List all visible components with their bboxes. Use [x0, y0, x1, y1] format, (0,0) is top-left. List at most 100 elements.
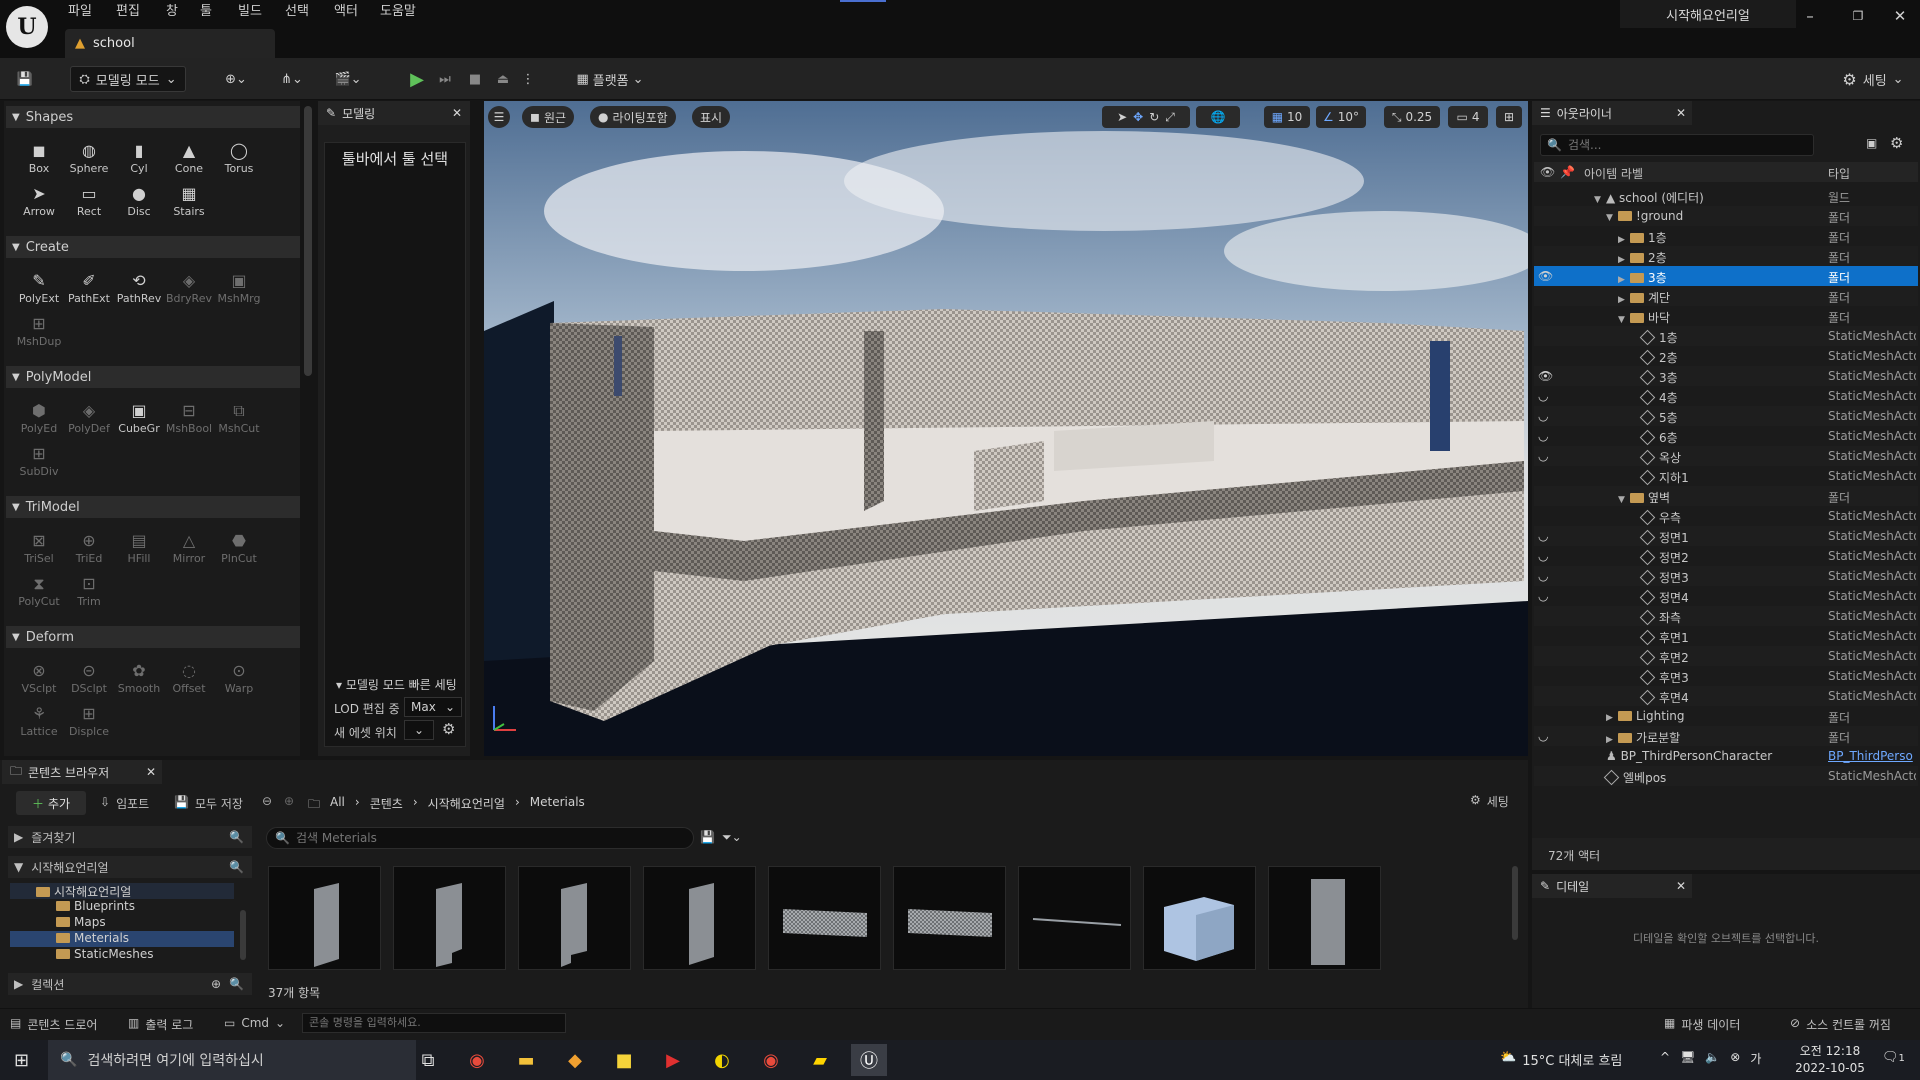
- scale-icon[interactable]: ⤢: [1165, 110, 1175, 125]
- tool-trim[interactable]: ⊡ Trim: [64, 575, 114, 609]
- outliner-row[interactable]: ▶ 1층 폴더: [1534, 226, 1918, 246]
- cinematics-button[interactable]: 🎬⌄: [328, 66, 368, 92]
- section-deform[interactable]: ▼ Deform: [6, 626, 300, 648]
- tool-warp[interactable]: ⊙ Warp: [214, 662, 264, 696]
- asset-thumbnail[interactable]: [518, 866, 631, 970]
- section-polymodel[interactable]: ▼ PolyModel: [6, 366, 300, 388]
- maximize-viewport-icon[interactable]: ⊞: [1496, 106, 1522, 128]
- level-viewport[interactable]: [484, 101, 1528, 756]
- folder-tree-item[interactable]: Blueprints: [10, 899, 234, 915]
- visibility-icon[interactable]: 👁: [1538, 369, 1553, 383]
- menu-2[interactable]: 창: [166, 3, 178, 21]
- outliner-row[interactable]: ▶ 계단 폴더: [1534, 286, 1918, 306]
- youtube-icon[interactable]: ▶: [655, 1044, 691, 1076]
- pin-icon[interactable]: 📌: [1560, 165, 1575, 179]
- outliner-row[interactable]: 후면3 StaticMeshActor: [1534, 666, 1918, 686]
- outliner-search[interactable]: 🔍: [1540, 134, 1814, 156]
- platforms-button[interactable]: ▦ 플랫폼 ⌄: [570, 66, 650, 92]
- section-shapes[interactable]: ▼ Shapes: [6, 106, 300, 128]
- breadcrumb-item[interactable]: All: [330, 795, 345, 816]
- asset-thumbnail[interactable]: [768, 866, 881, 970]
- chrome-icon[interactable]: ◉: [459, 1044, 495, 1076]
- outliner-tab[interactable]: ☰ 아웃라이너 ✕: [1532, 101, 1692, 125]
- collections-header[interactable]: ▶ 컬렉션 ⊕ 🔍: [8, 973, 252, 995]
- tool-bdryrev[interactable]: ◈ BdryRev: [164, 272, 214, 306]
- tool-pathext[interactable]: ✐ PathExt: [64, 272, 114, 306]
- chevron-right-icon[interactable]: ▶: [1618, 255, 1630, 265]
- lod-select[interactable]: Max ⌄: [404, 697, 462, 717]
- tool-mshcut[interactable]: ⧉ MshCut: [214, 402, 264, 436]
- save-search-icon[interactable]: 💾: [700, 830, 715, 844]
- chevron-up-icon[interactable]: ^: [1660, 1050, 1670, 1067]
- tool-vsclpt[interactable]: ⊗ VSclpt: [14, 662, 64, 696]
- asset-thumbnail[interactable]: [268, 866, 381, 970]
- git-icon[interactable]: ◆: [557, 1044, 593, 1076]
- outliner-row[interactable]: ▼ 옆벽 폴더: [1534, 486, 1918, 506]
- search-icon[interactable]: 🔍: [229, 830, 244, 844]
- outliner-row[interactable]: 👁 ▶ 3층 폴더: [1534, 266, 1918, 286]
- tool-mshdup[interactable]: ⊞ MshDup: [14, 315, 64, 349]
- outliner-row[interactable]: ▼ ▲ school (에디터) 월드: [1534, 186, 1918, 206]
- quick-settings-header[interactable]: ▾ 모델링 모드 빠른 세팅: [336, 676, 472, 693]
- weather-widget[interactable]: ⛅ 15°C 대체로 흐림: [1500, 1050, 1622, 1069]
- menu-4[interactable]: 빌드: [238, 3, 262, 21]
- menu-7[interactable]: 도움말: [380, 3, 416, 21]
- outliner-row[interactable]: ◡ 정면4 StaticMeshActor: [1534, 586, 1918, 606]
- tool-polydef[interactable]: ◈ PolyDef: [64, 402, 114, 436]
- file-explorer-icon[interactable]: ▬: [508, 1044, 544, 1076]
- perspective-button[interactable]: ◼ 원근: [522, 106, 575, 128]
- outliner-search-input[interactable]: [1567, 138, 1788, 152]
- close-icon[interactable]: ✕: [1880, 4, 1920, 28]
- outliner-row[interactable]: ▶ Lighting 폴더: [1534, 706, 1918, 726]
- project-header[interactable]: ▼ 시작해요언리얼 🔍: [8, 856, 252, 878]
- col-label[interactable]: 아이템 라벨: [1584, 165, 1643, 182]
- console-input[interactable]: [303, 1014, 553, 1031]
- chevron-down-icon[interactable]: ▼: [1594, 195, 1606, 205]
- taskbar-search[interactable]: 🔍 검색하려면 여기에 입력하십시: [48, 1040, 416, 1080]
- content-browser-tab[interactable]: 🗀 콘텐츠 브라우저 ✕: [2, 760, 162, 784]
- tool-box[interactable]: ◼ Box: [14, 142, 64, 176]
- output-log-button[interactable]: ▥ 출력 로그: [128, 1016, 193, 1033]
- outliner-row[interactable]: ◡ 4층 StaticMeshActor: [1534, 386, 1918, 406]
- tool-disc[interactable]: ● Disc: [114, 185, 164, 219]
- outliner-row[interactable]: ◡ 정면1 StaticMeshActor: [1534, 526, 1918, 546]
- coordinate-space-button[interactable]: 🌐: [1196, 106, 1240, 128]
- outliner-row[interactable]: 지하1 StaticMeshActor: [1534, 466, 1918, 486]
- save-icon[interactable]: 💾: [12, 66, 38, 92]
- folder-tree-item[interactable]: Maps: [10, 915, 234, 931]
- folder-tree-item[interactable]: 시작해요언리얼: [10, 883, 234, 899]
- outliner-row[interactable]: 1층 StaticMeshActor: [1534, 326, 1918, 346]
- tool-sphere[interactable]: ◍ Sphere: [64, 142, 114, 176]
- eject-icon[interactable]: ⏏: [490, 66, 516, 92]
- play-icon[interactable]: ▶: [404, 66, 430, 92]
- outliner-type[interactable]: BP_ThirdPerso: [1828, 749, 1916, 763]
- outliner-row[interactable]: ♟ BP_ThirdPersonCharacter BP_ThirdPerso: [1534, 746, 1918, 766]
- tool-displce[interactable]: ⊞ Displce: [64, 705, 114, 739]
- tools-scrollbar[interactable]: [304, 106, 312, 376]
- tool-stairs[interactable]: ▦ Stairs: [164, 185, 214, 219]
- chevron-right-icon[interactable]: ▶: [1618, 275, 1630, 285]
- close-icon[interactable]: ✕: [146, 765, 156, 779]
- outliner-row[interactable]: ▼ !ground 폴더: [1534, 206, 1918, 226]
- tool-pathrev[interactable]: ⟲ PathRev: [114, 272, 164, 306]
- tool-cone[interactable]: ▲ Cone: [164, 142, 214, 176]
- search-icon[interactable]: 🔍: [229, 977, 244, 991]
- tool-subdiv[interactable]: ⊞ SubDiv: [14, 445, 64, 479]
- kakaotalk-icon[interactable]: ◐: [704, 1044, 740, 1076]
- lighting-button[interactable]: ● 라이팅포함: [590, 106, 676, 128]
- search-icon[interactable]: 🔍: [229, 860, 244, 874]
- close-icon[interactable]: ✕: [452, 106, 462, 120]
- outliner-row[interactable]: 후면2 StaticMeshActor: [1534, 646, 1918, 666]
- translate-icon[interactable]: ✥: [1133, 110, 1143, 124]
- outliner-row[interactable]: ◡ 6층 StaticMeshActor: [1534, 426, 1918, 446]
- breadcrumb-item[interactable]: 콘텐츠: [370, 795, 403, 816]
- asset-search[interactable]: 🔍: [266, 827, 694, 849]
- menu-5[interactable]: 선택: [285, 3, 309, 21]
- visibility-icon[interactable]: 👁: [1538, 269, 1553, 283]
- section-trimodel[interactable]: ▼ TriModel: [6, 496, 300, 518]
- task-view-icon[interactable]: ⧉: [410, 1044, 446, 1076]
- derived-data-button[interactable]: ▦ 파생 데이터: [1664, 1016, 1740, 1033]
- tool-mshmrg[interactable]: ▣ MshMrg: [214, 272, 264, 306]
- breadcrumb-item[interactable]: 시작해요언리얼: [428, 795, 505, 816]
- blueprint-button[interactable]: ⋔⌄: [272, 66, 312, 92]
